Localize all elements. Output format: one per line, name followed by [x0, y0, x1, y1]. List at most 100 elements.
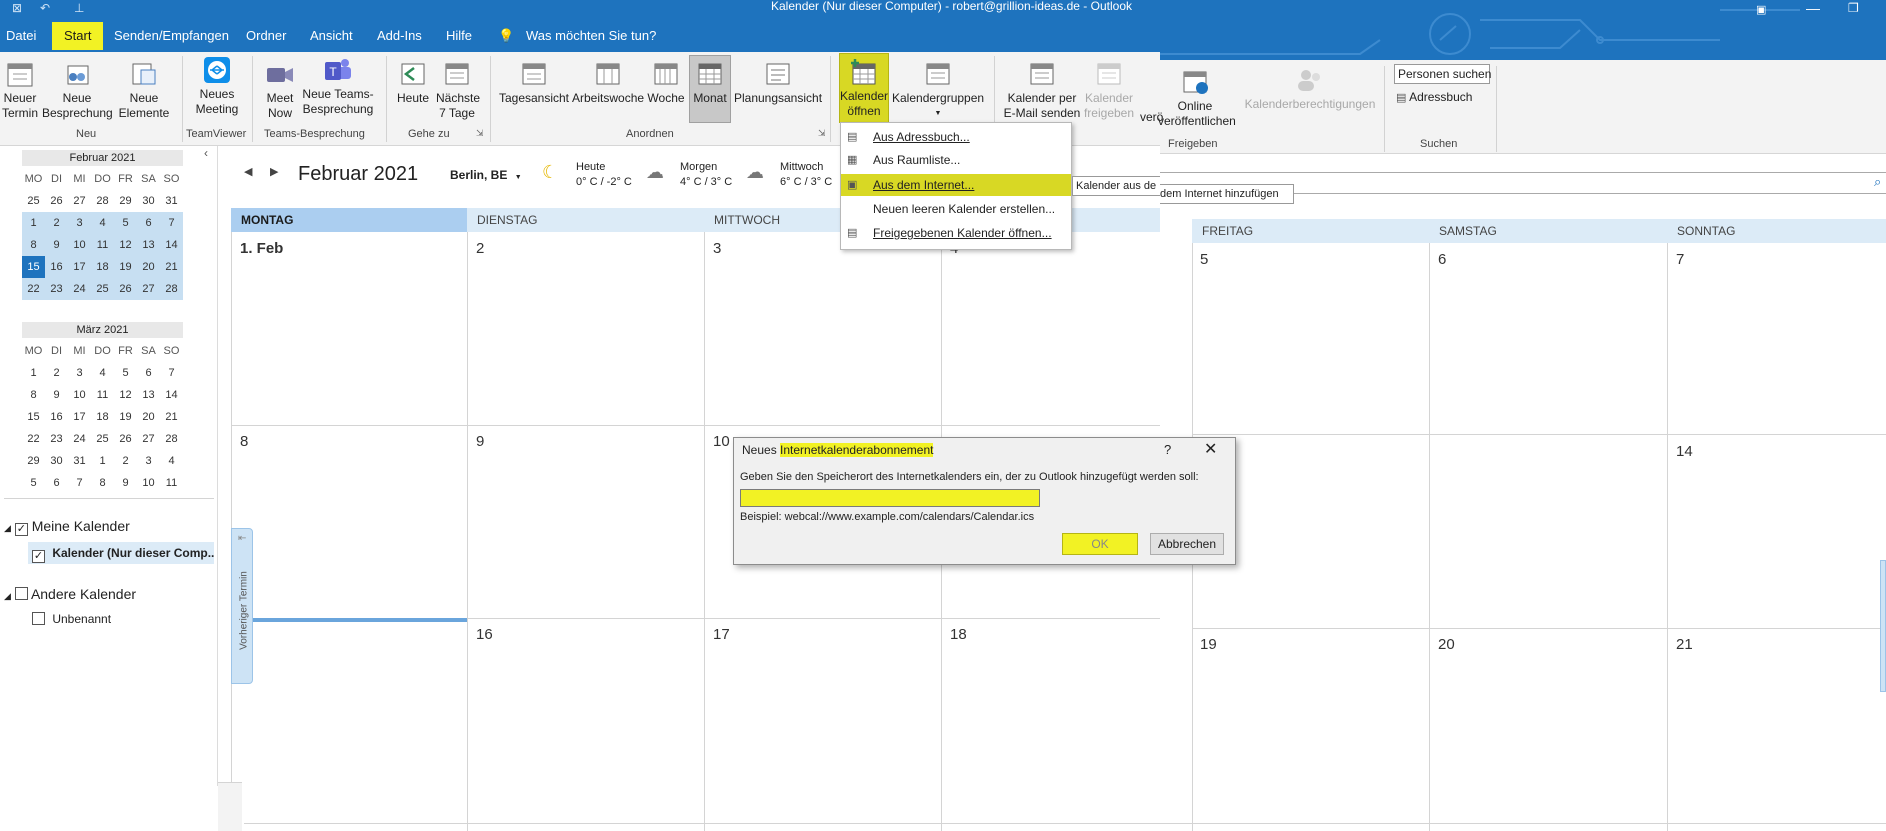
mini-calendar-day[interactable]: 18 [91, 406, 114, 428]
mini-calendar-day[interactable]: 12 [114, 384, 137, 406]
day-cell-feb-19[interactable]: 19 [1200, 636, 1217, 653]
mini-calendar-day[interactable]: 2 [45, 212, 68, 234]
mini-calendar-day[interactable]: 23 [45, 278, 68, 300]
mini-calendar-day[interactable]: 7 [68, 472, 91, 494]
mini-calendar-day[interactable]: 9 [45, 384, 68, 406]
mini-calendar-day[interactable]: 29 [114, 190, 137, 212]
my-calendars-group[interactable]: ◢ ✓ Meine Kalender [4, 518, 130, 536]
checkbox-icon[interactable]: ✓ [32, 550, 45, 563]
calendar-groups-button[interactable]: Kalendergruppen ▼ [892, 60, 984, 121]
mini-calendar-day[interactable]: 26 [114, 278, 137, 300]
mini-calendar-march[interactable]: März 2021 MO DI MI DO FR SA SO 1 2 3 4 5 6 7 8 9 10 11 12 13… [22, 322, 183, 489]
mini-calendar-day[interactable]: 27 [137, 278, 160, 300]
menu-item-new-blank-calendar[interactable]: Neuen leeren Kalender erstellen... [841, 198, 1071, 220]
mini-calendar-day[interactable]: 29 [22, 450, 45, 472]
mini-calendar-day[interactable]: 24 [68, 278, 91, 300]
mini-calendar-day[interactable]: 19 [114, 256, 137, 278]
cancel-button[interactable]: Abbrechen [1150, 533, 1224, 555]
menu-item-from-address-book[interactable]: ▤ Aus Adressbuch... [841, 126, 1071, 148]
mini-calendar-day[interactable]: 3 [137, 450, 160, 472]
mini-calendar-day[interactable]: 23 [45, 428, 68, 450]
mini-calendar-day[interactable]: 9 [45, 234, 68, 256]
mini-calendar-day[interactable]: 22 [22, 278, 45, 300]
mini-calendar-day[interactable]: 8 [22, 234, 45, 256]
today-button[interactable]: Heute [394, 60, 432, 106]
menu-item-from-room-list[interactable]: ▦ Aus Raumliste... [841, 149, 1071, 171]
mini-calendar-day[interactable]: 10 [137, 472, 160, 494]
menu-datei[interactable]: Datei [6, 20, 36, 52]
open-calendar-button[interactable]: Kalender öffnen ▼ [839, 53, 889, 132]
menu-item-open-shared-calendar[interactable]: ▤ Freigegebenen Kalender öffnen... [841, 222, 1071, 244]
day-cell-feb-18[interactable]: 18 [950, 626, 967, 643]
help-button[interactable]: ? [1164, 442, 1171, 457]
new-teams-meeting-button[interactable]: T Neue Teams-Besprechung [302, 56, 374, 117]
expand-triangle-icon[interactable]: ◢ [4, 523, 11, 533]
checkbox-icon[interactable] [14, 587, 28, 600]
day-cell-feb-14[interactable]: 14 [1676, 443, 1693, 460]
share-calendar-button[interactable]: Kalender freigeben [1082, 60, 1136, 121]
mini-calendar-day[interactable]: 20 [137, 256, 160, 278]
checkbox-icon[interactable]: ✓ [14, 523, 28, 536]
mini-calendar-day[interactable]: 20 [137, 406, 160, 428]
day-cell-feb-21[interactable]: 21 [1676, 636, 1693, 653]
mini-calendar-day[interactable]: 17 [68, 406, 91, 428]
mini-calendar-day[interactable]: 4 [91, 212, 114, 234]
mini-calendar-day[interactable]: 11 [160, 472, 183, 494]
mini-calendar-february[interactable]: Februar 2021 MO DI MI DO FR SA SO 25 26 27 28 29 30 31… [22, 150, 183, 300]
day-view-button[interactable]: Tagesansicht [498, 60, 570, 106]
maximize-icon[interactable]: ❐ [1848, 1, 1859, 15]
mini-calendar-day[interactable]: 14 [160, 234, 183, 256]
collapse-pane-icon[interactable]: ‹ [204, 146, 208, 160]
dialog-launcher-icon[interactable]: ⇲ [476, 128, 484, 139]
dialog-launcher-icon[interactable]: ⇲ [818, 128, 826, 139]
menu-item-from-internet[interactable]: ▣ Aus dem Internet... [841, 174, 1071, 196]
mini-calendar-day[interactable]: 28 [91, 190, 114, 212]
mini-calendar-day[interactable]: 27 [68, 190, 91, 212]
day-cell-feb-8[interactable]: 8 [240, 433, 248, 450]
publish-online-button[interactable]: Online veröffentlichen [1158, 68, 1236, 129]
address-book-button[interactable]: ▤ Adressbuch [1396, 90, 1472, 104]
mini-calendar-day[interactable]: 1 [22, 362, 45, 384]
day-cell-feb-3[interactable]: 3 [713, 240, 721, 257]
mini-calendar-day[interactable]: 14 [160, 384, 183, 406]
mini-calendar-day[interactable]: 7 [160, 212, 183, 234]
mini-calendar-day[interactable]: 18 [91, 256, 114, 278]
mini-calendar-day[interactable]: 28 [160, 278, 183, 300]
day-cell-feb-6[interactable]: 6 [1438, 251, 1446, 268]
mini-calendar-day[interactable]: 11 [91, 384, 114, 406]
new-items-button[interactable]: Neue Elemente [116, 60, 172, 121]
other-calendars-group[interactable]: ◢ Andere Kalender [4, 586, 136, 602]
mini-calendar-day[interactable]: 30 [45, 450, 68, 472]
mini-calendar-day[interactable]: 24 [68, 428, 91, 450]
teamviewer-meeting-button[interactable]: Neues Meeting [192, 56, 242, 117]
mini-calendar-day[interactable]: 22 [22, 428, 45, 450]
undo-icon[interactable]: ↶ [40, 1, 50, 15]
mini-calendar-day[interactable]: 15 [22, 406, 45, 428]
mini-calendar-day[interactable]: 13 [137, 384, 160, 406]
mini-calendar-day[interactable]: 10 [68, 234, 91, 256]
expand-triangle-icon[interactable]: ◢ [4, 591, 11, 601]
search-icon[interactable]: ⌕ [1874, 174, 1881, 190]
quick-access-icon[interactable]: ⊥ [74, 1, 84, 15]
mini-calendar-day[interactable]: 13 [137, 234, 160, 256]
mini-calendar-day[interactable]: 4 [91, 362, 114, 384]
internet-calendar-url-input[interactable] [740, 489, 1040, 507]
mini-calendar-day[interactable]: 19 [114, 406, 137, 428]
email-calendar-button[interactable]: Kalender per E-Mail senden [1000, 60, 1084, 121]
mini-calendar-day[interactable]: 1 [91, 450, 114, 472]
mini-calendar-day[interactable]: 11 [91, 234, 114, 256]
work-week-button[interactable]: Arbeitswoche [572, 60, 644, 106]
mini-calendar-day[interactable]: 4 [160, 450, 183, 472]
menu-ordner[interactable]: Ordner [246, 20, 286, 52]
mini-calendar-day[interactable]: 5 [114, 212, 137, 234]
menu-add-ins[interactable]: Add-Ins [377, 20, 422, 52]
day-cell-feb-17[interactable]: 17 [713, 626, 730, 643]
calendar-permissions-button[interactable]: Kalenderberechtigungen [1242, 66, 1378, 112]
mini-calendar-day[interactable]: 15 [22, 256, 45, 278]
previous-appointment-tab[interactable]: ⇤ Vorheriger Termin [231, 528, 253, 684]
mini-calendar-day[interactable]: 25 [91, 278, 114, 300]
day-cell-feb-7[interactable]: 7 [1676, 251, 1684, 268]
day-cell-feb-10[interactable]: 10 [713, 433, 730, 450]
day-cell-feb-20[interactable]: 20 [1438, 636, 1455, 653]
mini-calendar-day[interactable]: 6 [137, 212, 160, 234]
